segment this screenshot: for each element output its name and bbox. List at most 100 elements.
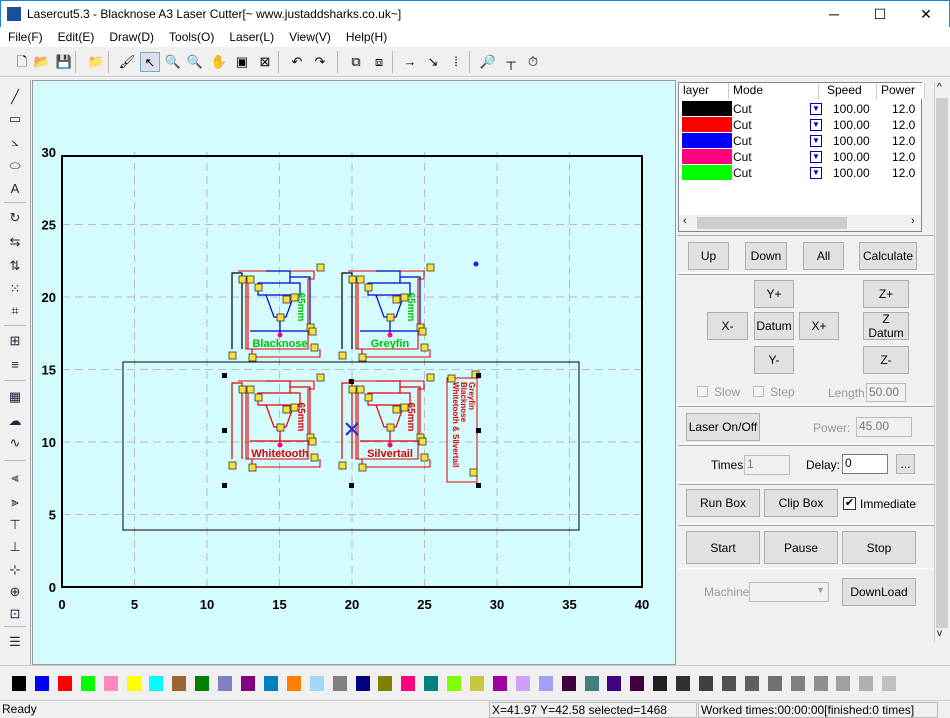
node-handle[interactable]: [358, 353, 367, 362]
all-button[interactable]: All: [803, 242, 844, 270]
scroll-right-icon[interactable]: ›: [911, 215, 915, 227]
node-handle[interactable]: [338, 351, 347, 360]
redo-icon[interactable]: ↷: [310, 52, 330, 72]
layers-icon[interactable]: ☰: [5, 632, 25, 652]
node-handle[interactable]: [254, 283, 263, 292]
palette-swatch[interactable]: [286, 676, 301, 691]
node-handle[interactable]: [426, 263, 435, 272]
col-mode[interactable]: Mode: [729, 83, 819, 99]
shark-tag-blacknose[interactable]: Blacknose 65mm: [228, 263, 325, 362]
palette-swatch[interactable]: [57, 676, 72, 691]
palette-swatch[interactable]: [836, 676, 851, 691]
node-handle[interactable]: [447, 374, 456, 383]
palette-swatch[interactable]: [721, 676, 736, 691]
palette-swatch[interactable]: [882, 676, 897, 691]
palette-swatch[interactable]: [699, 676, 713, 691]
selection-handle[interactable]: [476, 428, 481, 433]
pan-hand-icon[interactable]: ✋: [209, 52, 229, 72]
palette-swatch[interactable]: [470, 676, 484, 691]
shark-tag-greyfin[interactable]: Greyfin 65mm: [338, 263, 435, 362]
x-minus-button[interactable]: X-: [707, 312, 748, 340]
palette-swatch[interactable]: [332, 676, 347, 691]
palette-swatch[interactable]: [653, 676, 668, 691]
align-bottom-icon[interactable]: ⊥: [5, 537, 25, 557]
save-icon[interactable]: 💾: [54, 52, 74, 72]
y-plus-button[interactable]: Y+: [754, 280, 794, 308]
node-handle[interactable]: [228, 461, 237, 470]
up-button[interactable]: Up: [688, 242, 729, 270]
node-handle[interactable]: [254, 393, 263, 402]
node-handle[interactable]: [228, 351, 237, 360]
selection-handle[interactable]: [476, 373, 481, 378]
menu-draw[interactable]: Draw(D): [101, 27, 161, 44]
palette-swatch[interactable]: [447, 676, 462, 691]
palette-swatch[interactable]: [218, 676, 233, 691]
palette-swatch[interactable]: [126, 676, 141, 691]
menu-edit[interactable]: Edit(E): [50, 27, 102, 44]
node-handle[interactable]: [426, 373, 435, 382]
z-plus-button[interactable]: Z+: [863, 280, 909, 308]
crop-icon[interactable]: ⌗: [5, 301, 25, 321]
layer-mode[interactable]: Cut: [733, 166, 752, 180]
undo-icon[interactable]: ↶: [287, 52, 307, 72]
layer-mode[interactable]: Cut: [733, 134, 752, 148]
datum-button[interactable]: Datum: [754, 312, 794, 340]
shark-tag-silvertail[interactable]: Silvertail 65mm: [338, 373, 435, 472]
palette-swatch[interactable]: [195, 676, 210, 691]
start-point-icon[interactable]: ↘: [423, 52, 443, 72]
canvas-svg[interactable]: 0 5 10 15 20 25 30 35 40 0 5 10 15 20 25 30 Blacknose 65m…: [33, 81, 677, 666]
node-handle[interactable]: [282, 295, 291, 304]
node-handle[interactable]: [316, 373, 325, 382]
selection-handle[interactable]: [222, 428, 227, 433]
palette-swatch[interactable]: [12, 676, 26, 691]
mode-dropdown-icon[interactable]: ▼: [810, 151, 822, 163]
scrollbar-thumb[interactable]: [697, 217, 847, 229]
palette-swatch[interactable]: [676, 676, 691, 691]
layer-mode[interactable]: Cut: [733, 150, 752, 164]
center-vertical-icon[interactable]: ⊕: [5, 582, 25, 602]
palette-swatch[interactable]: [561, 676, 576, 691]
chevron-down-icon[interactable]: ▼: [816, 585, 825, 595]
times-input[interactable]: 1: [744, 455, 790, 475]
node-handle[interactable]: [316, 263, 325, 272]
array-icon[interactable]: ⁞: [446, 52, 466, 72]
text-icon[interactable]: A: [5, 179, 25, 199]
hatch-icon[interactable]: ▦: [5, 387, 25, 407]
selection-handle[interactable]: [349, 379, 354, 384]
z-minus-button[interactable]: Z-: [863, 346, 909, 374]
menu-file[interactable]: File(F): [0, 27, 50, 44]
palette-swatch[interactable]: [767, 676, 782, 691]
palette-swatch[interactable]: [492, 676, 507, 691]
polyline-icon[interactable]: ⦣: [5, 132, 25, 152]
palette-swatch[interactable]: [103, 676, 118, 691]
layer-mode[interactable]: Cut: [733, 118, 752, 132]
run-box-button[interactable]: Run Box: [686, 489, 760, 517]
palette-swatch[interactable]: [378, 676, 393, 691]
zoom-out-icon[interactable]: 🔍: [185, 52, 205, 72]
node-handle[interactable]: [348, 385, 357, 394]
node-handle[interactable]: [392, 405, 401, 414]
laser-on-off-button[interactable]: Laser On/Off: [686, 413, 760, 441]
immediate-checkbox[interactable]: ✔: [843, 497, 856, 510]
ellipse-icon[interactable]: ⬭: [5, 156, 25, 176]
node-handle[interactable]: [238, 275, 247, 284]
horizontal-scrollbar[interactable]: ‹ ›: [679, 215, 921, 231]
timer-icon[interactable]: ⏱: [523, 52, 543, 72]
node-handle[interactable]: [238, 385, 247, 394]
download-button[interactable]: DownLoad: [842, 578, 916, 606]
close-button[interactable]: ✕: [903, 1, 949, 28]
layer-row[interactable]: Cut ▼ 100.00 12.0: [679, 101, 919, 117]
align-top-icon[interactable]: ⊤: [5, 515, 25, 535]
node-handle[interactable]: [282, 405, 291, 414]
mirror-vertical-icon[interactable]: ⇅: [5, 256, 25, 276]
menu-help[interactable]: Help(H): [338, 27, 394, 44]
node-handle[interactable]: [308, 437, 317, 446]
palette-swatch[interactable]: [607, 676, 622, 691]
node-handle[interactable]: [338, 461, 347, 470]
node-handle[interactable]: [308, 327, 317, 336]
node-handle[interactable]: [469, 468, 478, 477]
scroll-up-icon[interactable]: ^: [937, 82, 942, 93]
x-plus-button[interactable]: X+: [799, 312, 839, 340]
layer-table[interactable]: layer Mode Speed Power Cut ▼ 100.00 12.0 Cut…: [678, 82, 925, 232]
node-handle[interactable]: [248, 353, 257, 362]
